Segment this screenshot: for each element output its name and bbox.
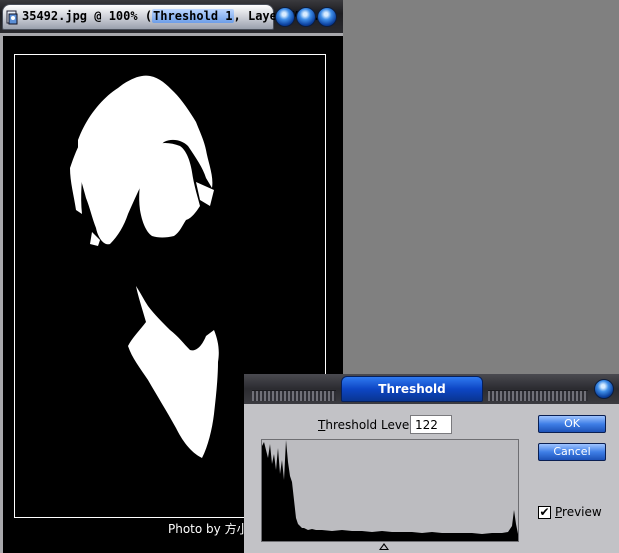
- titlebar-grip-right: [488, 390, 588, 401]
- histogram-graph: [262, 440, 518, 541]
- cancel-button[interactable]: Cancel: [538, 443, 606, 461]
- threshold-dialog-titlebar[interactable]: Threshold: [244, 374, 619, 404]
- threshold-dialog-body: Threshold Level: OK Cancel ✔ Preview: [244, 404, 619, 553]
- preview-label: Preview: [555, 505, 602, 519]
- threshold-level-label: Threshold Level:: [318, 418, 417, 432]
- threshold-level-input[interactable]: [410, 415, 452, 434]
- ok-button[interactable]: OK: [538, 415, 606, 433]
- dialog-close-orb-icon[interactable]: [594, 379, 614, 399]
- preview-checkbox[interactable]: ✔: [538, 506, 551, 519]
- threshold-dialog-title-tab: Threshold: [341, 376, 483, 402]
- histogram: [261, 439, 519, 542]
- threshold-dialog-title: Threshold: [378, 382, 446, 396]
- histogram-bars: [262, 440, 518, 541]
- titlebar-grip-left: [252, 390, 336, 401]
- photo-credit-text: Photo by 方小: [168, 522, 249, 536]
- slider-triangle-icon[interactable]: [379, 543, 389, 550]
- threshold-dialog: Threshold Threshold Level: OK Cancel ✔ P…: [244, 374, 619, 553]
